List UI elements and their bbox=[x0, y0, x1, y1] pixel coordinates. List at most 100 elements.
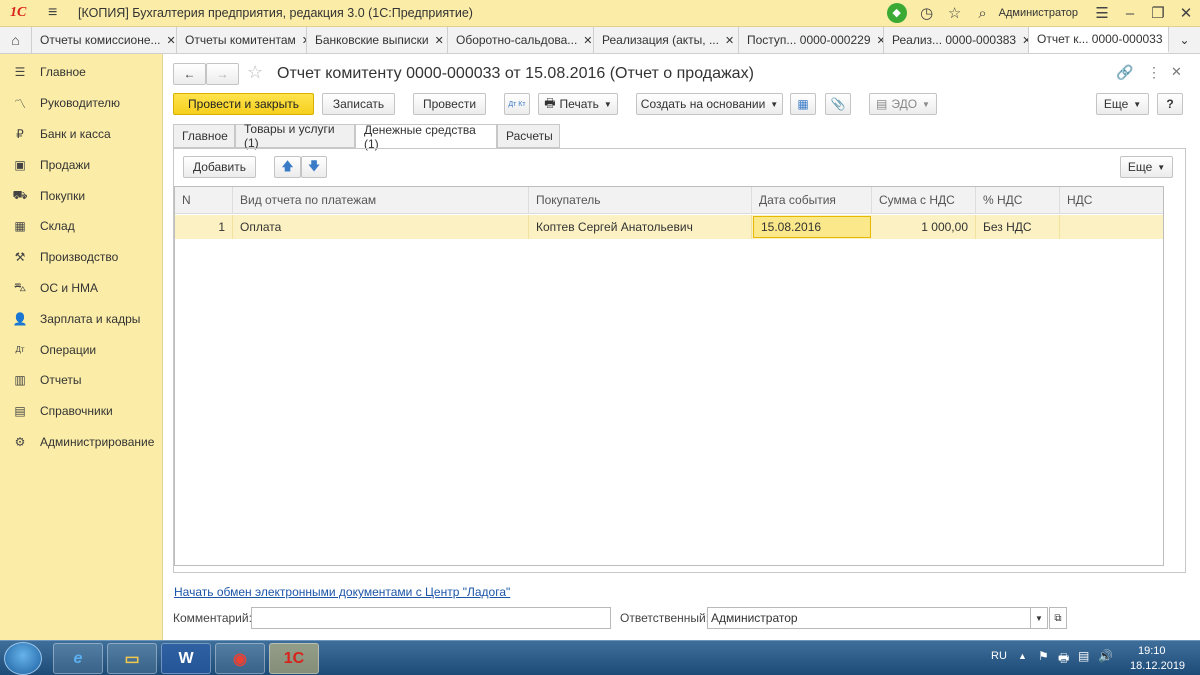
move-down-button[interactable]: 🡇 bbox=[301, 156, 327, 178]
attach-button[interactable]: 📎 bbox=[825, 93, 851, 115]
comment-field[interactable] bbox=[251, 607, 611, 629]
tab-bank-statements[interactable]: Банковские выписки ✕ bbox=[307, 27, 448, 53]
sidebar-item-production[interactable]: ⚒ Производство bbox=[0, 242, 162, 273]
close-tab-icon[interactable]: ✕ bbox=[719, 34, 734, 47]
volume-icon[interactable]: 🔊 bbox=[1098, 649, 1113, 663]
payments-table[interactable]: N Вид отчета по платежам Покупатель Дата… bbox=[174, 186, 1164, 566]
more-button[interactable]: Еще ▼ bbox=[1096, 93, 1149, 115]
printer-tray-icon[interactable]: 🖶 bbox=[1058, 649, 1069, 670]
favorite-star-icon[interactable]: ☆ bbox=[247, 62, 263, 83]
menu-icon[interactable]: ≡ bbox=[48, 4, 64, 22]
edo-button[interactable]: ▤ ЭДО ▼ bbox=[869, 93, 937, 115]
search-icon[interactable]: ⌕ bbox=[969, 5, 997, 22]
structure-button[interactable]: ▦ bbox=[790, 93, 816, 115]
table-cell[interactable]: Без НДС bbox=[976, 215, 1060, 239]
close-tab-icon[interactable]: ✕ bbox=[429, 34, 444, 47]
open-tabs-bar: ⌂ Отчеты комиссионе... ✕ Отчеты комитента… bbox=[0, 27, 1200, 54]
sidebar-item-sales[interactable]: ▣ Продажи bbox=[0, 149, 162, 180]
column-header[interactable]: N bbox=[175, 187, 233, 214]
sidebar-item-purchases[interactable]: ⛟ Покупки bbox=[0, 180, 162, 211]
tab-money[interactable]: Денежные средства (1) bbox=[355, 123, 497, 151]
tab-commission-reports[interactable]: Отчеты комиссионе... ✕ bbox=[32, 27, 177, 53]
sidebar-item-salary[interactable]: 👤 Зарплата и кадры bbox=[0, 303, 162, 334]
sidebar-item-operations[interactable]: Дт Операции bbox=[0, 334, 162, 365]
more-vertical-icon[interactable]: ⋮ bbox=[1147, 64, 1161, 81]
tab-balance-sheet[interactable]: Оборотно-сальдова... ✕ bbox=[448, 27, 594, 53]
help-button[interactable]: ? bbox=[1157, 93, 1183, 115]
word-icon[interactable]: W bbox=[161, 643, 211, 674]
save-button[interactable]: Записать bbox=[322, 93, 395, 115]
column-header[interactable]: Дата события bbox=[752, 187, 872, 214]
responsible-dropdown-button[interactable]: ▼ bbox=[1030, 607, 1048, 629]
table-cell[interactable]: Оплата bbox=[233, 215, 529, 239]
table-cell[interactable]: 1 bbox=[175, 215, 233, 239]
tab-consignor-reports[interactable]: Отчеты комитентам✕ bbox=[177, 27, 307, 53]
tabs-list-icon[interactable]: ⌄ bbox=[1169, 27, 1200, 53]
network-icon[interactable]: ▤ bbox=[1078, 649, 1089, 663]
language-indicator[interactable]: RU bbox=[991, 650, 1007, 662]
back-button[interactable]: ← bbox=[173, 63, 206, 85]
settings-menu-icon[interactable]: ☰ bbox=[1088, 4, 1116, 22]
forward-button[interactable]: → bbox=[206, 63, 239, 85]
tray-expand-icon[interactable]: ▲ bbox=[1018, 651, 1027, 661]
column-header[interactable]: % НДС bbox=[976, 187, 1060, 214]
grid-more-button[interactable]: Еще ▼ bbox=[1120, 156, 1173, 178]
column-header[interactable]: Сумма с НДС bbox=[872, 187, 976, 214]
link-icon[interactable]: 🔗 bbox=[1116, 64, 1133, 81]
tab-sales[interactable]: Реализация (акты, ... ✕ bbox=[594, 27, 739, 53]
sidebar-item-catalogs[interactable]: ▤ Справочники bbox=[0, 396, 162, 427]
sidebar-item-bank[interactable]: ₽ Банк и касса bbox=[0, 119, 162, 150]
table-cell[interactable] bbox=[1060, 215, 1163, 239]
dtkt-button[interactable]: Дт Кт bbox=[504, 93, 530, 115]
close-icon[interactable]: ✕ bbox=[1172, 4, 1200, 22]
close-form-icon[interactable]: ✕ bbox=[1171, 64, 1182, 80]
user-name[interactable]: Администратор bbox=[999, 7, 1078, 19]
sidebar-item-assets[interactable]: ⛍ ОС и НМА bbox=[0, 273, 162, 304]
clock-time[interactable]: 19:10 bbox=[1138, 645, 1166, 657]
table-cell-selected[interactable]: 15.08.2016 bbox=[753, 216, 871, 238]
close-tab-icon[interactable]: ✕ bbox=[296, 34, 306, 47]
close-tab-icon[interactable]: ✕ bbox=[871, 34, 884, 47]
sidebar-item-admin[interactable]: ⚙ Администрирование bbox=[0, 427, 162, 458]
tab-main[interactable]: Главное bbox=[173, 124, 235, 148]
post-and-close-button[interactable]: Провести и закрыть bbox=[173, 93, 314, 115]
table-cell[interactable]: Коптев Сергей Анатольевич bbox=[529, 215, 752, 239]
tab-goods-services[interactable]: Товары и услуги (1) bbox=[235, 122, 355, 150]
tab-settlements[interactable]: Расчеты bbox=[497, 124, 560, 148]
chrome-icon[interactable]: ◉ bbox=[215, 643, 265, 674]
close-tab-icon[interactable]: ✕ bbox=[161, 34, 176, 47]
favorites-icon[interactable]: ☆ bbox=[941, 4, 969, 22]
home-icon[interactable]: ⌂ bbox=[0, 27, 32, 53]
sidebar-item-reports[interactable]: ▥ Отчеты bbox=[0, 365, 162, 396]
1c-icon[interactable]: 1С bbox=[269, 643, 319, 674]
history-icon[interactable]: ◷ bbox=[913, 4, 941, 22]
sidebar-item-manager[interactable]: 〽 Руководителю bbox=[0, 88, 162, 119]
add-button[interactable]: Добавить bbox=[183, 156, 256, 178]
close-tab-icon[interactable]: ✕ bbox=[1016, 34, 1028, 47]
start-button[interactable] bbox=[4, 642, 42, 675]
tab-consignor-report-active[interactable]: Отчет к... 0000-000033✕ bbox=[1029, 27, 1169, 53]
sidebar-item-warehouse[interactable]: ▦ Склад bbox=[0, 211, 162, 242]
column-header[interactable]: НДС bbox=[1060, 187, 1163, 214]
edo-exchange-link[interactable]: Начать обмен электронными документами с … bbox=[174, 585, 510, 599]
move-up-button[interactable]: 🡅 bbox=[274, 156, 301, 178]
internet-explorer-icon[interactable]: e bbox=[53, 643, 103, 674]
column-header[interactable]: Покупатель bbox=[529, 187, 752, 214]
table-cell[interactable]: 1 000,00 bbox=[872, 215, 976, 239]
sidebar-item-main[interactable]: ☰ Главное bbox=[0, 57, 162, 88]
clock-date[interactable]: 18.12.2019 bbox=[1130, 660, 1185, 672]
flag-icon[interactable]: ⚑ bbox=[1038, 649, 1049, 663]
column-header[interactable]: Вид отчета по платежам bbox=[233, 187, 529, 214]
close-tab-icon[interactable]: ✕ bbox=[577, 34, 592, 47]
create-based-on-button[interactable]: Создать на основании ▼ bbox=[636, 93, 783, 115]
notification-icon[interactable]: ◆ bbox=[886, 3, 907, 23]
file-explorer-icon[interactable]: ▭ bbox=[107, 643, 157, 674]
post-button[interactable]: Провести bbox=[413, 93, 486, 115]
responsible-field[interactable]: Администратор bbox=[707, 607, 1031, 629]
maximize-icon[interactable]: ❐ bbox=[1144, 4, 1172, 22]
tab-receipt[interactable]: Поступ... 0000-000229✕ bbox=[739, 27, 884, 53]
print-button[interactable]: 🖶 Печать ▼ bbox=[538, 93, 618, 115]
responsible-open-button[interactable]: ⧉ bbox=[1049, 607, 1067, 629]
minimize-icon[interactable]: – bbox=[1116, 5, 1144, 22]
tab-sale-doc[interactable]: Реализ... 0000-000383✕ bbox=[884, 27, 1029, 53]
